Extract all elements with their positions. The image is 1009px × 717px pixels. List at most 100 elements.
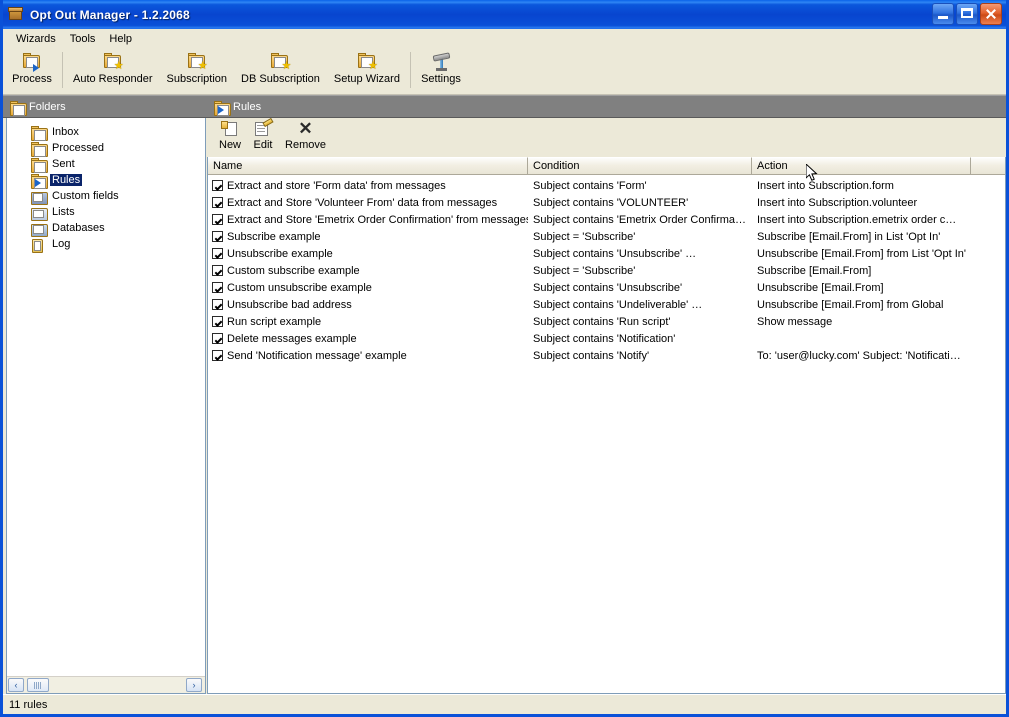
- rule-action-cell: Unsubscribe [Email.From] from Global: [757, 298, 944, 311]
- rule-name-cell: Custom subscribe example: [208, 262, 528, 279]
- menu-tools[interactable]: Tools: [63, 31, 103, 47]
- folder-arrow-icon: [21, 52, 43, 72]
- databases-icon: [29, 221, 48, 237]
- rule-action-cell: Insert into Subscription.volunteer: [757, 196, 918, 209]
- rule-enabled-checkbox[interactable]: [212, 248, 223, 259]
- rule-enabled-checkbox[interactable]: [212, 350, 223, 361]
- table-row[interactable]: Unsubscribe bad address Subject contains…: [208, 296, 1005, 313]
- table-row[interactable]: Subscribe example Subject = 'Subscribe' …: [208, 228, 1005, 245]
- rule-action-cell: Show message: [757, 315, 833, 328]
- remove-rule-button[interactable]: ✕ Remove: [279, 120, 332, 152]
- rule-action-cell: Insert into Subscription.emetrix order c…: [757, 213, 957, 226]
- sidebar-label-lists: Lists: [52, 206, 75, 218]
- toolbar-button-auto-responder[interactable]: ★ Auto Responder: [66, 50, 160, 85]
- scroll-thumb[interactable]: [27, 678, 49, 692]
- close-button[interactable]: [980, 3, 1002, 25]
- table-row[interactable]: Extract and Store 'Volunteer From' data …: [208, 194, 1005, 211]
- rule-name-cell: Unsubscribe example: [208, 245, 528, 262]
- folders-pane: Folders Inbox Processed Sent Rules Custo…: [3, 95, 207, 694]
- folders-tree-container: Inbox Processed Sent Rules Custom fields…: [6, 118, 206, 694]
- sidebar-label-custom-fields: Custom fields: [52, 190, 119, 202]
- rule-name-text: Extract and Store 'Emetrix Order Confirm…: [227, 213, 528, 226]
- remove-rule-label: Remove: [285, 139, 326, 151]
- menu-help[interactable]: Help: [102, 31, 139, 47]
- table-row[interactable]: Extract and store 'Form data' from messa…: [208, 177, 1005, 194]
- toolbar-button-process[interactable]: Process: [5, 50, 59, 85]
- sidebar-item-lists[interactable]: Lists: [7, 204, 205, 221]
- sidebar-item-log[interactable]: Log: [7, 236, 205, 253]
- table-row[interactable]: Custom unsubscribe example Subject conta…: [208, 279, 1005, 296]
- scroll-left-button[interactable]: ‹: [8, 678, 24, 692]
- rule-name-cell: Extract and Store 'Emetrix Order Confirm…: [208, 211, 528, 228]
- column-header-condition[interactable]: Condition: [528, 157, 752, 174]
- column-header-action[interactable]: Action: [752, 157, 971, 174]
- menu-wizards[interactable]: Wizards: [9, 31, 63, 47]
- rules-folder-icon: [29, 173, 48, 189]
- edit-rule-button[interactable]: Edit: [247, 117, 279, 151]
- rule-action-cell: [752, 330, 971, 347]
- column-header-name[interactable]: Name: [208, 157, 528, 174]
- toolbar-button-settings[interactable]: Settings: [414, 50, 468, 85]
- folder-star-icon: ★: [356, 52, 378, 72]
- sidebar-item-processed[interactable]: Processed: [7, 140, 205, 157]
- lists-icon: [29, 205, 48, 221]
- toolbar-button-db-subscription[interactable]: ★ DB Subscription: [234, 50, 327, 85]
- rule-condition-cell: Subject contains 'Unsubscribe': [533, 281, 683, 294]
- rule-name-cell: Custom unsubscribe example: [208, 279, 528, 296]
- sidebar-item-rules[interactable]: Rules: [7, 172, 205, 189]
- scroll-track[interactable]: [49, 677, 205, 693]
- new-rule-label: New: [219, 139, 242, 151]
- rule-enabled-checkbox[interactable]: [212, 316, 223, 327]
- custom-fields-icon: [29, 189, 48, 205]
- table-row[interactable]: Send 'Notification message' example Subj…: [208, 347, 1005, 364]
- table-row[interactable]: Custom subscribe example Subject = 'Subs…: [208, 262, 1005, 279]
- toolbar-button-setup-wizard[interactable]: ★ Setup Wizard: [327, 50, 407, 85]
- rule-enabled-checkbox[interactable]: [212, 333, 223, 344]
- minimize-button[interactable]: [932, 3, 954, 25]
- column-header-empty[interactable]: [971, 157, 1005, 174]
- rule-enabled-checkbox[interactable]: [212, 197, 223, 208]
- table-row[interactable]: Delete messages example Subject contains…: [208, 330, 1005, 347]
- rule-enabled-checkbox[interactable]: [212, 299, 223, 310]
- rules-pane: Rules New Edit ✕ Remove Name Condition A…: [207, 95, 1006, 694]
- scroll-right-button[interactable]: ›: [186, 678, 202, 692]
- toolbar-label-process: Process: [12, 73, 52, 85]
- table-row[interactable]: Run script example Subject contains 'Run…: [208, 313, 1005, 330]
- rule-condition-cell: Subject contains 'Form': [533, 179, 647, 192]
- sidebar-item-sent[interactable]: Sent: [7, 156, 205, 173]
- folders-horizontal-scrollbar[interactable]: ‹ ›: [7, 676, 205, 693]
- sidebar-item-databases[interactable]: Databases: [7, 220, 205, 237]
- toolbar-button-subscription[interactable]: ★ Subscription: [160, 50, 235, 85]
- rule-name-text: Custom subscribe example: [227, 264, 360, 277]
- new-rule-button[interactable]: New: [213, 120, 247, 151]
- toolbar-label-settings: Settings: [421, 73, 461, 85]
- sidebar-item-inbox[interactable]: Inbox: [7, 124, 205, 141]
- rule-action-cell: Subscribe [Email.From] in List 'Opt In': [757, 230, 941, 243]
- rules-toolbar: New Edit ✕ Remove: [207, 117, 1006, 157]
- rule-name-cell: Delete messages example: [208, 330, 528, 347]
- rule-condition-cell: Subject contains 'Emetrix Order Confirma…: [533, 213, 747, 226]
- settings-tool-icon: [430, 52, 452, 72]
- log-icon: [29, 237, 45, 253]
- rule-enabled-checkbox[interactable]: [212, 265, 223, 276]
- rule-enabled-checkbox[interactable]: [212, 282, 223, 293]
- sidebar-label-rules: Rules: [50, 174, 83, 186]
- table-row[interactable]: Unsubscribe example Subject contains 'Un…: [208, 245, 1005, 262]
- rules-folder-icon: [212, 100, 231, 116]
- sidebar-item-custom-fields[interactable]: Custom fields: [7, 188, 205, 205]
- rules-list-header: Name Condition Action: [208, 157, 1005, 175]
- rule-enabled-checkbox[interactable]: [212, 180, 223, 191]
- table-row[interactable]: Extract and Store 'Emetrix Order Confirm…: [208, 211, 1005, 228]
- rule-enabled-checkbox[interactable]: [212, 231, 223, 242]
- sidebar-label-log: Log: [52, 238, 71, 250]
- rule-name-cell: Run script example: [208, 313, 528, 330]
- rule-condition-cell: Subject contains 'Notify': [533, 349, 650, 362]
- rule-condition-cell: Subject contains 'Undeliverable' …: [533, 298, 703, 311]
- rule-action-cell: Insert into Subscription.form: [757, 179, 894, 192]
- maximize-button[interactable]: [956, 3, 978, 25]
- main-toolbar: Process ★ Auto Responder ★ Subscription …: [3, 48, 1006, 95]
- rule-name-cell: Extract and store 'Form data' from messa…: [208, 177, 528, 194]
- rule-action-cell: To: 'user@lucky.com' Subject: 'Notificat…: [757, 349, 961, 362]
- rule-name-text: Extract and store 'Form data' from messa…: [227, 179, 446, 192]
- rule-enabled-checkbox[interactable]: [212, 214, 223, 225]
